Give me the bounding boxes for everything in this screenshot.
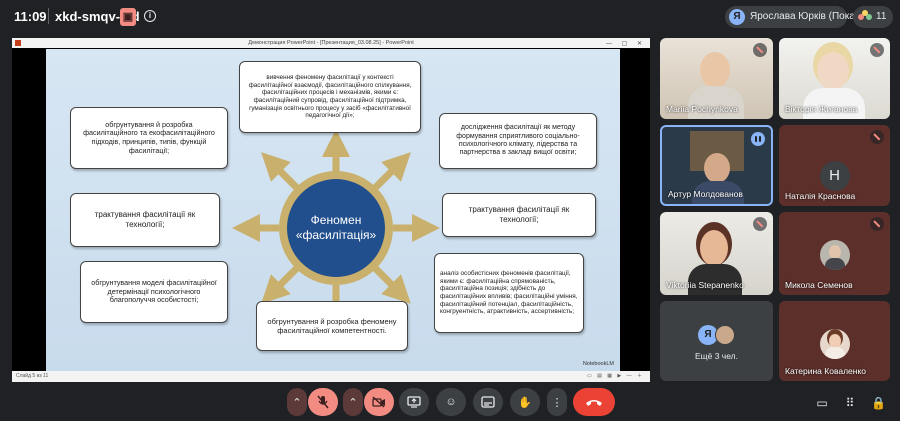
- participant-tile[interactable]: Катерина Коваленко: [779, 301, 890, 381]
- box-bottom-left: обгрунтування моделі фасилітаційної дете…: [80, 261, 228, 323]
- participant-tile[interactable]: Н Наталія Краснова: [779, 125, 890, 206]
- leave-call-button[interactable]: [573, 388, 615, 416]
- clock: 11:09: [14, 9, 47, 24]
- participant-name: Катерина Коваленко: [785, 366, 867, 376]
- more-options-button[interactable]: ⋮: [547, 388, 567, 416]
- powerpoint-statusbar: Слайд 5 из 11 ▭ ▤ ▦ ▶ — ＋: [12, 371, 650, 382]
- participant-avatar: [819, 240, 850, 270]
- more-participants-tile[interactable]: Я Ещё 3 чел.: [660, 301, 773, 381]
- info-icon[interactable]: i: [144, 10, 156, 22]
- presenter-chip[interactable]: Я Ярослава Юрків (Показ): [725, 6, 863, 28]
- arrow-down-left: [261, 264, 301, 304]
- powerpoint-titlebar: Демонстрация PowerPoint - [Презентация_0…: [12, 38, 650, 48]
- presenter-avatar: Я: [729, 9, 745, 25]
- audio-options-button[interactable]: ⌃: [287, 388, 307, 416]
- box-right: трактування фасилітації як технології;: [442, 193, 596, 237]
- slide-counter: Слайд 5 из 11: [16, 373, 49, 379]
- mic-off-icon: [870, 217, 884, 231]
- reactions-button[interactable]: ☺: [436, 388, 466, 416]
- mic-off-icon: [870, 130, 884, 144]
- top-bar: 11:09 xkd-smqv-fyd ▣ i Я Ярослава Юрків …: [0, 0, 900, 34]
- participant-avatar: Н: [819, 161, 850, 191]
- host-controls-icon[interactable]: 🔒: [871, 396, 886, 410]
- window-controls: — ▢ ✕: [605, 41, 646, 47]
- raise-hand-button[interactable]: ✋: [510, 388, 540, 416]
- box-top-right: дослідження фасилітації як методу формув…: [439, 113, 597, 169]
- presentation-icon[interactable]: ▣: [120, 8, 136, 26]
- participant-name: Артур Молдованов: [668, 189, 743, 199]
- chevron-up-icon: ⌃: [292, 396, 302, 409]
- arrow-up-right: [371, 152, 411, 192]
- end-call-icon: [586, 400, 602, 406]
- participant-name: Mariia Pochynkova: [666, 104, 738, 114]
- activities-icon[interactable]: ⠿: [843, 396, 857, 410]
- participants-button[interactable]: 11: [853, 6, 893, 28]
- camera-toggle-button[interactable]: [364, 388, 394, 416]
- participant-count: 11: [876, 11, 887, 22]
- notebooklm-brand: NotebookLM: [582, 361, 614, 367]
- mic-off-icon: [870, 43, 884, 57]
- chat-icon[interactable]: ▭: [815, 396, 829, 410]
- captions-icon: [481, 396, 495, 408]
- call-controls-bar: ⌃ ⌃ ☺ ✋ ⋮ ▭ ⠿ 🔒: [0, 384, 900, 421]
- arrow-down-right: [371, 264, 411, 304]
- captions-button[interactable]: [473, 388, 503, 416]
- avatars-icon: [858, 10, 872, 24]
- present-screen-icon: [407, 396, 421, 408]
- video-options-button[interactable]: ⌃: [343, 388, 363, 416]
- participant-name: Наталія Краснова: [785, 191, 856, 201]
- mic-off-icon: [317, 395, 329, 409]
- box-left: трактування фасилітації як технології;: [70, 193, 220, 247]
- more-vertical-icon: ⋮: [551, 396, 563, 409]
- participant-tile-active-speaker[interactable]: Артур Молдованов: [660, 125, 773, 206]
- present-screen-button[interactable]: [399, 388, 429, 416]
- participant-name: Viktoriia Stepanenko: [666, 280, 744, 290]
- microphone-toggle-button[interactable]: [308, 388, 338, 416]
- divider: [48, 8, 49, 24]
- participant-avatar: [715, 325, 735, 345]
- mic-off-icon: [753, 217, 767, 231]
- participant-name: Вікторія Жиганова: [785, 104, 858, 114]
- center-title: Феномен «фасилітація»: [287, 179, 385, 277]
- participant-name: Микола Семенов: [785, 280, 853, 290]
- participant-tile[interactable]: Viktoriia Stepanenko: [660, 212, 773, 295]
- view-controls[interactable]: ▭ ▤ ▦ ▶ — ＋: [587, 371, 644, 382]
- powerpoint-logo-icon: [15, 40, 21, 46]
- presenter-name: Ярослава Юрків (Показ): [750, 11, 863, 22]
- participant-avatar: [819, 329, 850, 359]
- chevron-up-icon: ⌃: [348, 396, 358, 409]
- participant-tile[interactable]: Вікторія Жиганова: [779, 38, 890, 119]
- participant-tile[interactable]: Mariia Pochynkova: [660, 38, 773, 119]
- mic-off-icon: [753, 43, 767, 57]
- box-bottom-right: аналіз особистісних феноменів фасилітаці…: [434, 253, 584, 333]
- box-bottom: обгрунтування й розробка феномену фасилі…: [256, 301, 408, 351]
- arrow-up-left: [261, 152, 301, 192]
- speaking-indicator-icon: [751, 132, 765, 146]
- box-top-left: обгрунтування й розробка фасилітаційного…: [70, 107, 228, 169]
- slide: Феномен «фасилітація» вивчення феномену …: [46, 49, 620, 371]
- participant-tile[interactable]: Микола Семенов: [779, 212, 890, 295]
- powerpoint-window-title: Демонстрация PowerPoint - [Презентация_0…: [248, 40, 414, 46]
- box-top: вивчення феномену фасилітації у контекст…: [239, 61, 421, 133]
- more-participants-label: Ещё 3 чел.: [694, 351, 739, 361]
- emoji-icon: ☺: [445, 396, 457, 408]
- shared-screen: Демонстрация PowerPoint - [Презентация_0…: [12, 38, 650, 382]
- hand-icon: ✋: [518, 396, 532, 409]
- camera-off-icon: [372, 396, 385, 408]
